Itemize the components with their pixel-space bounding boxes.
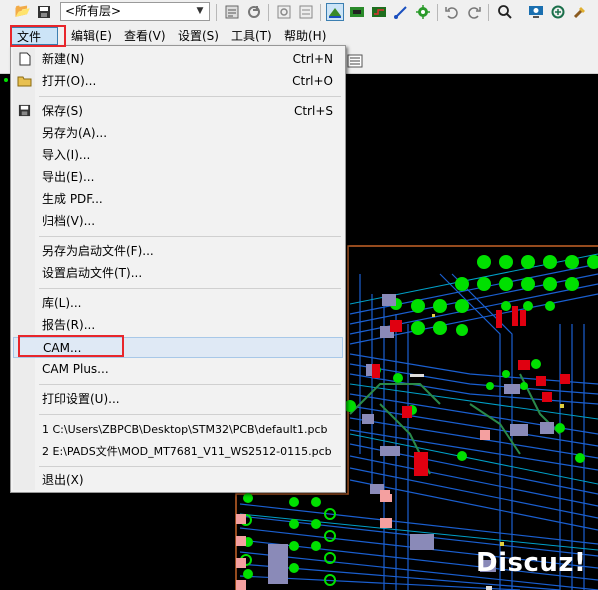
menu-item-label: 1 C:\Users\ZBPCB\Desktop\STM32\PCB\defau…: [42, 423, 328, 436]
menu-item-save-as-startup[interactable]: 另存为启动文件(F)...: [13, 241, 343, 262]
menu-item-recent-file-1[interactable]: 1 C:\Users\ZBPCB\Desktop\STM32\PCB\defau…: [13, 419, 343, 440]
layer-select[interactable]: <所有层> ▼: [60, 2, 210, 21]
menu-item-label: 报告(R)...: [42, 318, 96, 332]
layer-select-value: <所有层>: [65, 4, 122, 18]
menu-item-label: 另存为启动文件(F)...: [42, 244, 154, 258]
menu-tools[interactable]: 工具(T): [228, 27, 275, 45]
menu-item-shortcut: Ctrl+S: [293, 104, 333, 118]
menu-bar: 文件(F) 编辑(E) 查看(V) 设置(S) 工具(T) 帮助(H): [0, 25, 598, 62]
menu-item-label: 打印设置(U)...: [42, 392, 120, 406]
list-icon[interactable]: [346, 52, 364, 70]
open-folder-icon[interactable]: 📂: [14, 3, 32, 21]
menu-item-library[interactable]: 库(L)...: [13, 293, 343, 314]
menu-item-label: 保存(S): [42, 104, 83, 118]
main-toolbar: 📂 <所有层> ▼: [0, 0, 598, 26]
menu-item-label: 退出(X): [42, 473, 84, 487]
properties-icon[interactable]: [223, 3, 241, 21]
layers-icon[interactable]: [297, 3, 315, 21]
menu-view[interactable]: 查看(V): [121, 27, 169, 45]
toolbar-separator: [216, 4, 217, 21]
menu-file[interactable]: 文件(F): [11, 27, 58, 62]
menu-item-cam-plus[interactable]: CAM Plus...: [13, 359, 343, 380]
pcb-icon[interactable]: [348, 3, 366, 21]
route-icon[interactable]: [326, 3, 344, 21]
diagonal-line-icon[interactable]: [392, 3, 410, 21]
menu-item-export[interactable]: 导出(E)...: [13, 167, 343, 188]
menu-separator: [39, 414, 341, 415]
menu-help[interactable]: 帮助(H): [281, 27, 329, 45]
new-file-icon: [17, 52, 32, 67]
menu-separator: [39, 466, 341, 467]
toolbar-separator: [437, 4, 438, 21]
menu-item-label: 生成 PDF...: [42, 192, 103, 206]
menu-item-label: 导入(I)...: [42, 148, 91, 162]
menu-item-report[interactable]: 报告(R)...: [13, 315, 343, 336]
menu-item-label: 新建(N): [42, 52, 85, 66]
menu-item-label: 2 E:\PADS文件\MOD_MT7681_V11_WS2512-0115.p…: [42, 445, 332, 458]
menu-item-label: 另存为(A)...: [42, 126, 108, 140]
menu-item-label: 设置启动文件(T)...: [42, 266, 143, 280]
menu-item-label: 归档(V)...: [42, 214, 96, 228]
via-icon[interactable]: [414, 3, 432, 21]
chevron-down-icon: ▼: [196, 6, 204, 16]
menu-item-import[interactable]: 导入(I)...: [13, 145, 343, 166]
menu-settings[interactable]: 设置(S): [175, 27, 222, 45]
menu-item-cam[interactable]: CAM...: [13, 337, 343, 358]
menu-item-label: 库(L)...: [42, 296, 82, 310]
toolbar-separator: [320, 4, 321, 21]
menu-edit[interactable]: 编辑(E): [68, 27, 115, 45]
menu-separator: [39, 236, 341, 237]
file-menu-dropdown: 新建(N) Ctrl+N 打开(O)... Ctrl+O 保存(S) Ctrl+…: [10, 45, 346, 493]
menu-item-exit[interactable]: 退出(X): [13, 470, 343, 491]
redraw-icon[interactable]: [275, 3, 293, 21]
display-icon[interactable]: [527, 3, 545, 21]
undo-icon[interactable]: [443, 3, 461, 21]
toolbar-separator: [488, 4, 489, 21]
menu-item-label: CAM Plus...: [42, 362, 109, 376]
refresh-icon[interactable]: [245, 3, 263, 21]
save-icon: [17, 104, 32, 119]
menu-item-open[interactable]: 打开(O)... Ctrl+O: [13, 71, 343, 92]
redo-icon[interactable]: [465, 3, 483, 21]
discuz-watermark: Discuz!: [476, 548, 587, 578]
zoom-icon[interactable]: [496, 3, 514, 21]
add-trace-icon[interactable]: [370, 3, 388, 21]
menu-item-generate-pdf[interactable]: 生成 PDF...: [13, 189, 343, 210]
menu-item-save[interactable]: 保存(S) Ctrl+S: [13, 101, 343, 122]
menu-item-label: 导出(E)...: [42, 170, 95, 184]
menu-separator: [39, 96, 341, 97]
menu-item-label: 打开(O)...: [42, 74, 97, 88]
paint-icon[interactable]: [571, 3, 589, 21]
menu-item-archive[interactable]: 归档(V)...: [13, 211, 343, 232]
menu-item-label: CAM...: [43, 341, 82, 355]
menu-item-print-setup[interactable]: 打印设置(U)...: [13, 389, 343, 410]
menu-item-new[interactable]: 新建(N) Ctrl+N: [13, 49, 343, 70]
cycle-icon[interactable]: [549, 3, 567, 21]
save-icon[interactable]: [35, 3, 53, 21]
open-folder-icon: [17, 74, 32, 89]
toolbar-separator: [268, 4, 269, 21]
menu-separator: [39, 384, 341, 385]
menu-item-shortcut: Ctrl+O: [292, 74, 333, 88]
menu-item-save-as[interactable]: 另存为(A)...: [13, 123, 343, 144]
menu-item-set-startup[interactable]: 设置启动文件(T)...: [13, 263, 343, 284]
menu-item-shortcut: Ctrl+N: [292, 52, 333, 66]
menu-separator: [39, 288, 341, 289]
menu-item-recent-file-2[interactable]: 2 E:\PADS文件\MOD_MT7681_V11_WS2512-0115.p…: [13, 441, 343, 462]
